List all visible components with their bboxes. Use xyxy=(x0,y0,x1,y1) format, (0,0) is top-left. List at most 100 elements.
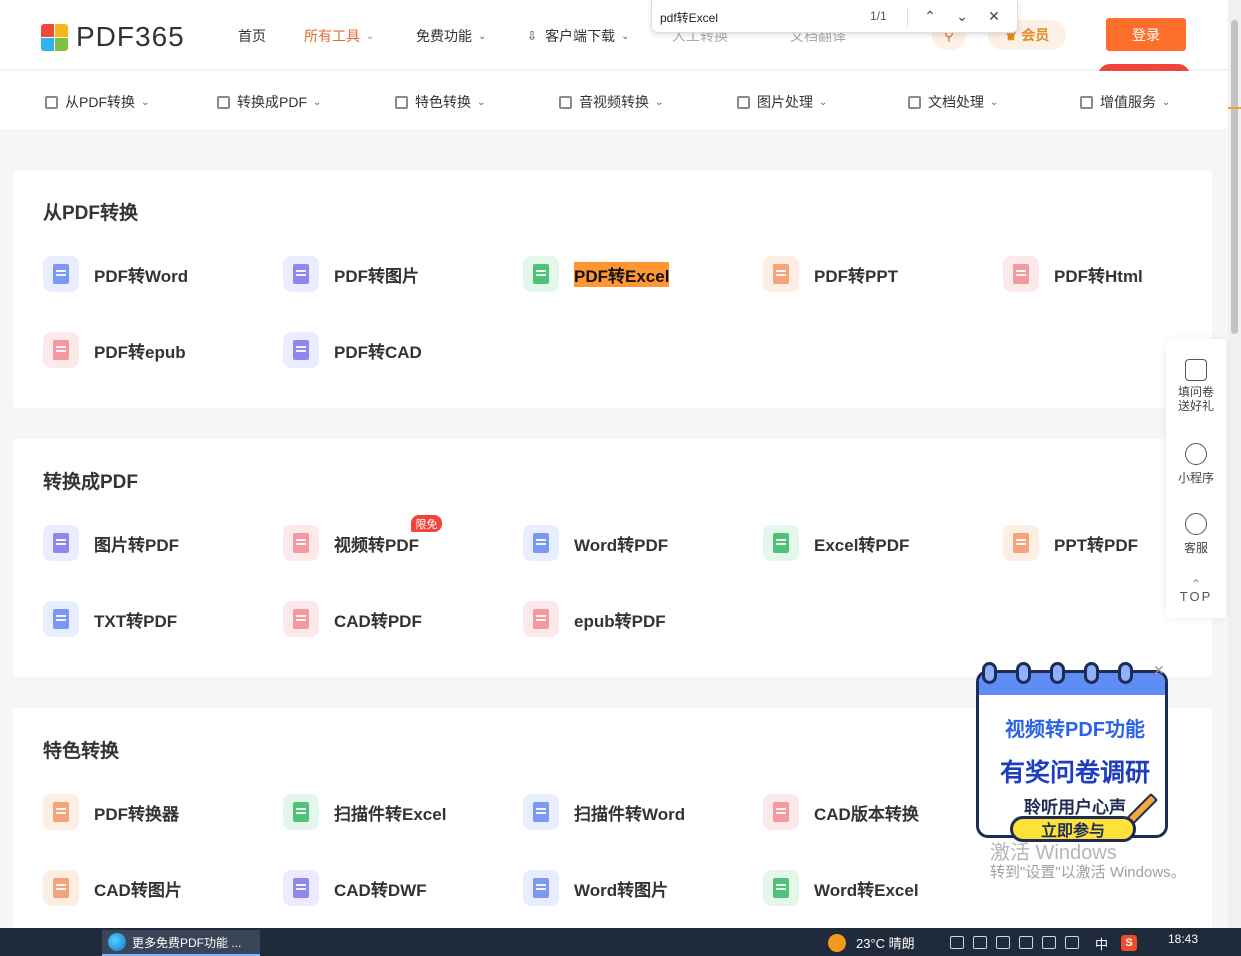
subnav-from-pdf[interactable]: 从PDF转换 ⌄ xyxy=(45,92,149,112)
network-icon[interactable] xyxy=(1042,936,1056,949)
nav-all-tools[interactable]: 所有工具 ⌄ xyxy=(304,26,374,46)
nav-home[interactable]: 首页 xyxy=(238,26,266,46)
subnav-document[interactable]: 文档处理 ⌄ xyxy=(908,92,998,112)
tool-cad-to-pdf[interactable]: CAD转PDF xyxy=(283,601,422,637)
scrollbar-thumb[interactable] xyxy=(1231,20,1238,334)
find-separator xyxy=(907,7,908,27)
download-icon: ⇩ xyxy=(527,29,538,43)
excel-file-icon xyxy=(283,794,319,830)
find-next-icon[interactable]: ⌄ xyxy=(951,5,973,27)
clock[interactable]: 18:43 xyxy=(1168,932,1198,946)
subnav-to-pdf[interactable]: 转换成PDF ⌄ xyxy=(217,92,321,112)
cad-file-icon xyxy=(283,601,319,637)
tool-cad-version[interactable]: CAD版本转换 xyxy=(763,794,919,830)
cad-file-icon xyxy=(283,332,319,368)
shield-icon xyxy=(395,95,408,109)
tool-txt-to-pdf[interactable]: TXT转PDF xyxy=(43,601,177,637)
ime-indicator[interactable]: 中 xyxy=(1095,934,1108,953)
tool-pdf-to-image[interactable]: PDF转图片 xyxy=(283,256,419,292)
mini-program-button[interactable]: 小程序 xyxy=(1166,443,1226,486)
edge-browser-icon xyxy=(108,933,126,951)
image-file-icon xyxy=(43,525,79,561)
tool-cad-to-image[interactable]: CAD转图片 xyxy=(43,870,182,906)
sogou-ime-icon[interactable]: S xyxy=(1121,935,1137,951)
cad-file-icon xyxy=(763,794,799,830)
logo-text: PDF365 xyxy=(76,21,185,52)
notebook-rings xyxy=(982,662,1133,684)
subnav-image[interactable]: 图片处理 ⌄ xyxy=(737,92,827,112)
chevron-down-icon: ⌄ xyxy=(655,96,664,108)
tool-image-to-pdf[interactable]: 图片转PDF xyxy=(43,525,179,561)
video-icon xyxy=(559,95,572,109)
tool-word-to-pdf[interactable]: Word转PDF xyxy=(523,525,668,561)
find-prev-icon[interactable]: ⌃ xyxy=(919,5,941,27)
volume-icon[interactable] xyxy=(1065,936,1079,949)
tool-scan-to-excel[interactable]: 扫描件转Excel xyxy=(283,794,446,830)
app-tray-icon[interactable] xyxy=(1019,936,1033,949)
find-close-icon[interactable]: ✕ xyxy=(983,5,1005,27)
top-navbar: PDF365 首页 所有工具 ⌄ 免费功能 ⌄ ⇩ 客户端下载 ⌄ 人工转换 文档翻译 … xyxy=(0,0,1228,70)
login-button[interactable]: 登录 xyxy=(1106,18,1186,51)
tool-ppt-to-pdf[interactable]: PPT转PDF xyxy=(1003,525,1138,561)
tool-pdf-to-ppt[interactable]: PDF转PPT xyxy=(763,256,898,292)
logo-mark-icon xyxy=(41,23,68,51)
section-title: 特色转换 xyxy=(43,741,120,762)
tool-excel-to-pdf[interactable]: Excel转PDF xyxy=(763,525,909,561)
survey-line1: 视频转PDF功能 xyxy=(1005,719,1145,741)
onedrive-icon[interactable] xyxy=(973,936,987,949)
page-scrollbar[interactable] xyxy=(1228,0,1241,928)
dwf-file-icon xyxy=(283,870,319,906)
excel-file-icon xyxy=(763,870,799,906)
subnav-av[interactable]: 音视频转换 ⌄ xyxy=(559,92,663,112)
customer-service-button[interactable]: 客服 xyxy=(1166,513,1226,556)
tool-pdf-to-html[interactable]: PDF转Html xyxy=(1003,256,1143,292)
survey-line2: 有奖问卷调研 xyxy=(999,759,1150,787)
weather-widget[interactable]: 23°C 晴朗 xyxy=(828,933,915,952)
tool-pdf-to-excel[interactable]: PDF转Excel xyxy=(523,256,670,292)
headset-icon xyxy=(1185,513,1207,535)
survey-popup[interactable]: 视频转PDF功能 有奖问卷调研 聆听用户心声 ✕ 立即参与 xyxy=(976,662,1168,842)
tool-scan-to-word[interactable]: 扫描件转Word xyxy=(523,794,685,830)
word-file-icon xyxy=(43,256,79,292)
chevron-down-icon: ⌄ xyxy=(366,30,375,42)
word-file-icon xyxy=(523,525,559,561)
nav-client-download[interactable]: ⇩ 客户端下载 ⌄ xyxy=(527,26,629,46)
close-icon[interactable]: ✕ xyxy=(1153,662,1165,679)
file-icon xyxy=(45,95,58,109)
free-badge: 限免 xyxy=(411,515,442,532)
survey-gift-button[interactable]: 填问卷送好礼 xyxy=(1166,359,1226,413)
tool-pdf-to-word[interactable]: PDF转Word xyxy=(43,256,188,292)
ppt-file-icon xyxy=(763,256,799,292)
subnav-special[interactable]: 特色转换 ⌄ xyxy=(395,92,485,112)
defender-icon[interactable] xyxy=(950,936,964,949)
find-input[interactable]: pdf转Excel xyxy=(660,9,718,26)
tool-cad-to-dwf[interactable]: CAD转DWF xyxy=(283,870,427,906)
nav-free-features[interactable]: 免费功能 ⌄ xyxy=(416,26,486,46)
section-title: 从PDF转换 xyxy=(43,203,139,224)
side-float-panel: 填问卷送好礼 小程序 客服 ⌃ TOP xyxy=(1166,339,1226,618)
tool-pdf-to-cad[interactable]: PDF转CAD xyxy=(283,332,422,368)
find-match-count: 1/1 xyxy=(870,9,887,23)
chevron-down-icon: ⌄ xyxy=(990,96,999,108)
back-to-top-button[interactable]: ⌃ TOP xyxy=(1166,577,1226,604)
tool-word-to-image[interactable]: Word转图片 xyxy=(523,870,668,906)
subnav-value-added[interactable]: 增值服务 ⌄ xyxy=(1080,92,1170,112)
tool-pdf-converter[interactable]: PDF转换器 xyxy=(43,794,179,830)
image-file-icon xyxy=(43,870,79,906)
chevron-down-icon: ⌄ xyxy=(819,96,828,108)
tool-pdf-to-epub[interactable]: PDF转epub xyxy=(43,332,186,368)
tool-epub-to-pdf[interactable]: epub转PDF xyxy=(523,601,666,637)
epub-file-icon xyxy=(523,601,559,637)
tool-video-to-pdf[interactable]: 视频转PDF xyxy=(283,525,419,561)
image-icon xyxy=(737,95,750,109)
word-file-icon xyxy=(523,870,559,906)
tool-word-to-excel[interactable]: Word转Excel xyxy=(763,870,919,906)
section-title: 转换成PDF xyxy=(43,472,139,493)
image-file-icon xyxy=(283,256,319,292)
nvidia-icon[interactable] xyxy=(996,936,1010,949)
taskbar-browser-app[interactable]: 更多免费PDF功能 ... xyxy=(102,930,260,956)
chevron-down-icon: ⌄ xyxy=(477,96,486,108)
video-file-icon xyxy=(283,525,319,561)
logo[interactable]: PDF365 xyxy=(41,21,185,53)
html-file-icon xyxy=(1003,256,1039,292)
